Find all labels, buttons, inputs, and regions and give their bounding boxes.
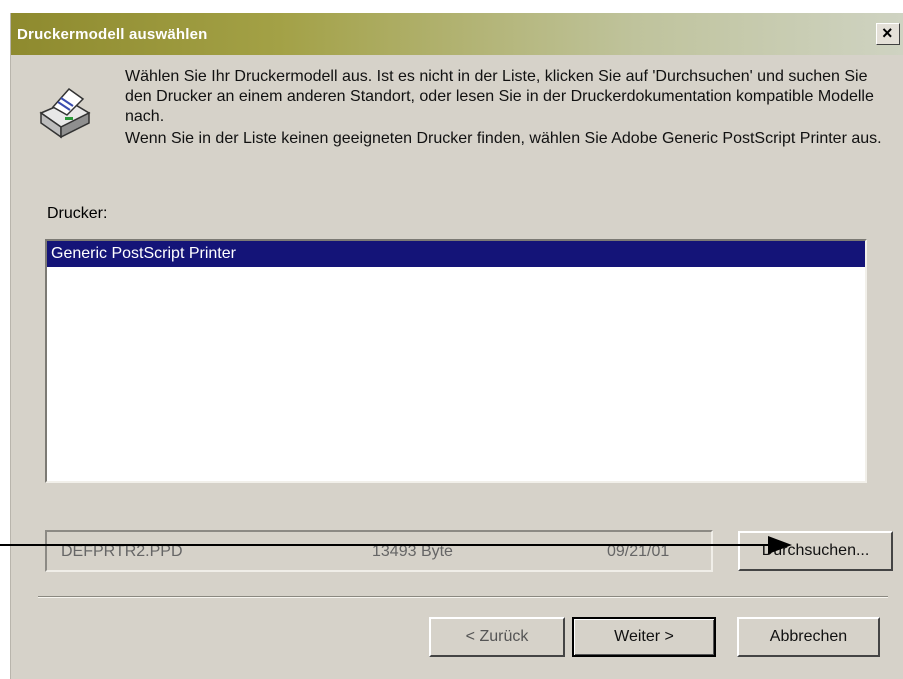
annotation-arrow	[0, 536, 792, 554]
